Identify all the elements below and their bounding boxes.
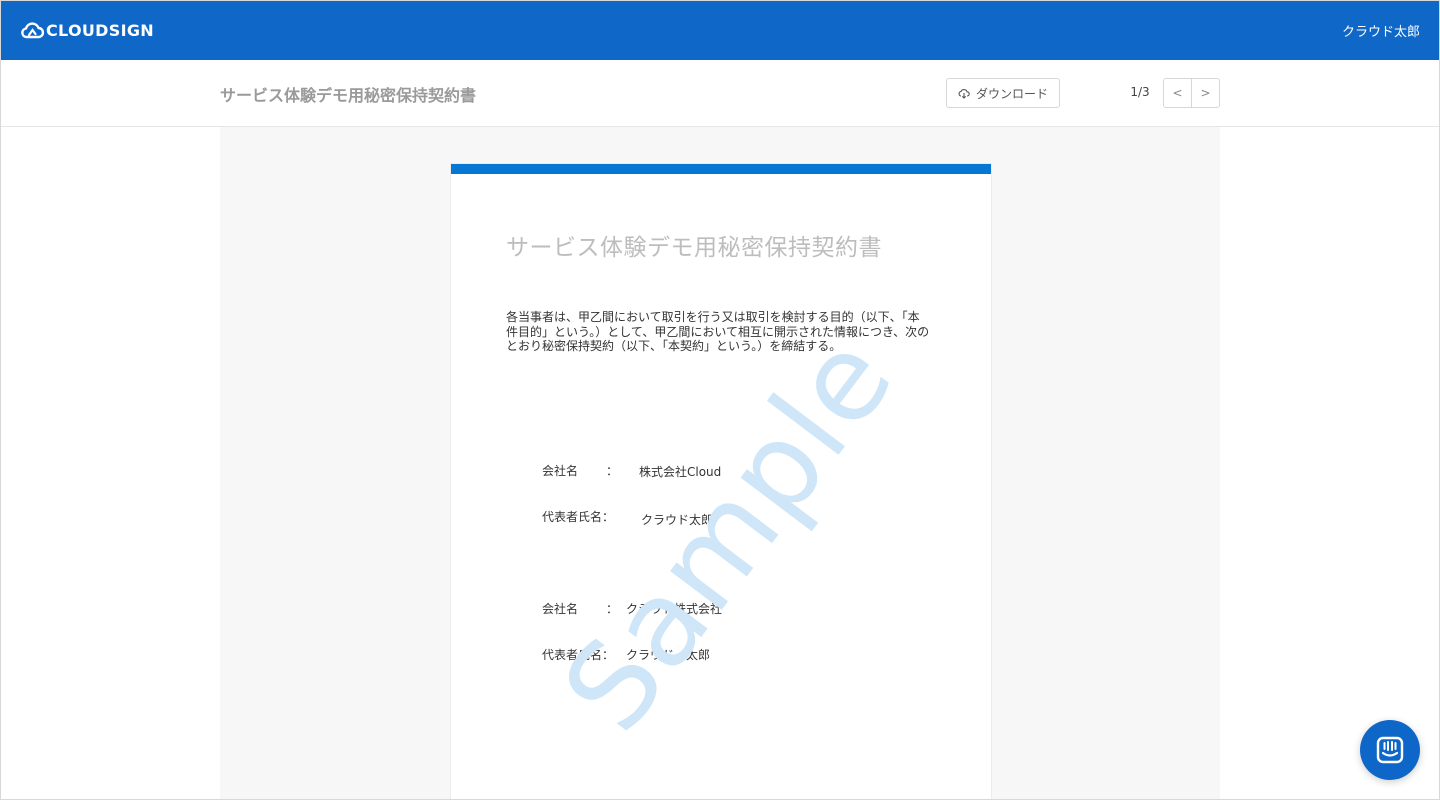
page-indicator: 1/3 — [1130, 85, 1150, 99]
user-menu[interactable]: クラウド太郎 — [1342, 21, 1420, 40]
document-title: サービス体験デモ用秘密保持契約書 — [220, 86, 477, 105]
chat-icon — [1376, 736, 1404, 764]
logo-text: CLOUDSIGN — [46, 20, 154, 40]
app-header: CLOUDSIGN クラウド太郎 — [0, 0, 1440, 60]
document-toolbar: サービス体験デモ用秘密保持契約書 ダウンロード 1/3 < > — [0, 60, 1440, 127]
document-page: サービス体験デモ用秘密保持契約書 各当事者は、甲乙間において取引を行う又は取引を… — [450, 163, 992, 800]
prev-page-button[interactable]: < — [1164, 79, 1191, 107]
party2-company-label: 会社名 — [542, 602, 579, 616]
party1-rep-label: 代表者氏名： — [542, 510, 615, 524]
document-preamble: 各当事者は、甲乙間において取引を行う又は取引を検討する目的（以下、「本件目的」と… — [506, 310, 930, 353]
cloud-download-icon — [958, 88, 970, 99]
cloud-logo-icon — [21, 22, 44, 39]
page-accent-band — [451, 164, 991, 174]
sample-watermark: Sample — [536, 310, 921, 756]
page-document-title: サービス体験デモ用秘密保持契約書 — [506, 235, 882, 261]
download-button[interactable]: ダウンロード — [946, 78, 1060, 108]
chat-launcher-button[interactable] — [1360, 720, 1420, 780]
page-pager: < > — [1163, 78, 1220, 108]
next-page-button[interactable]: > — [1191, 79, 1219, 107]
document-viewer[interactable]: サービス体験デモ用秘密保持契約書 各当事者は、甲乙間において取引を行う又は取引を… — [220, 127, 1220, 800]
party1-company-label: 会社名 — [542, 464, 579, 478]
download-label: ダウンロード — [975, 86, 1048, 101]
party1-company-colon: ： — [606, 464, 619, 478]
cloudsign-logo[interactable]: CLOUDSIGN — [20, 20, 154, 40]
